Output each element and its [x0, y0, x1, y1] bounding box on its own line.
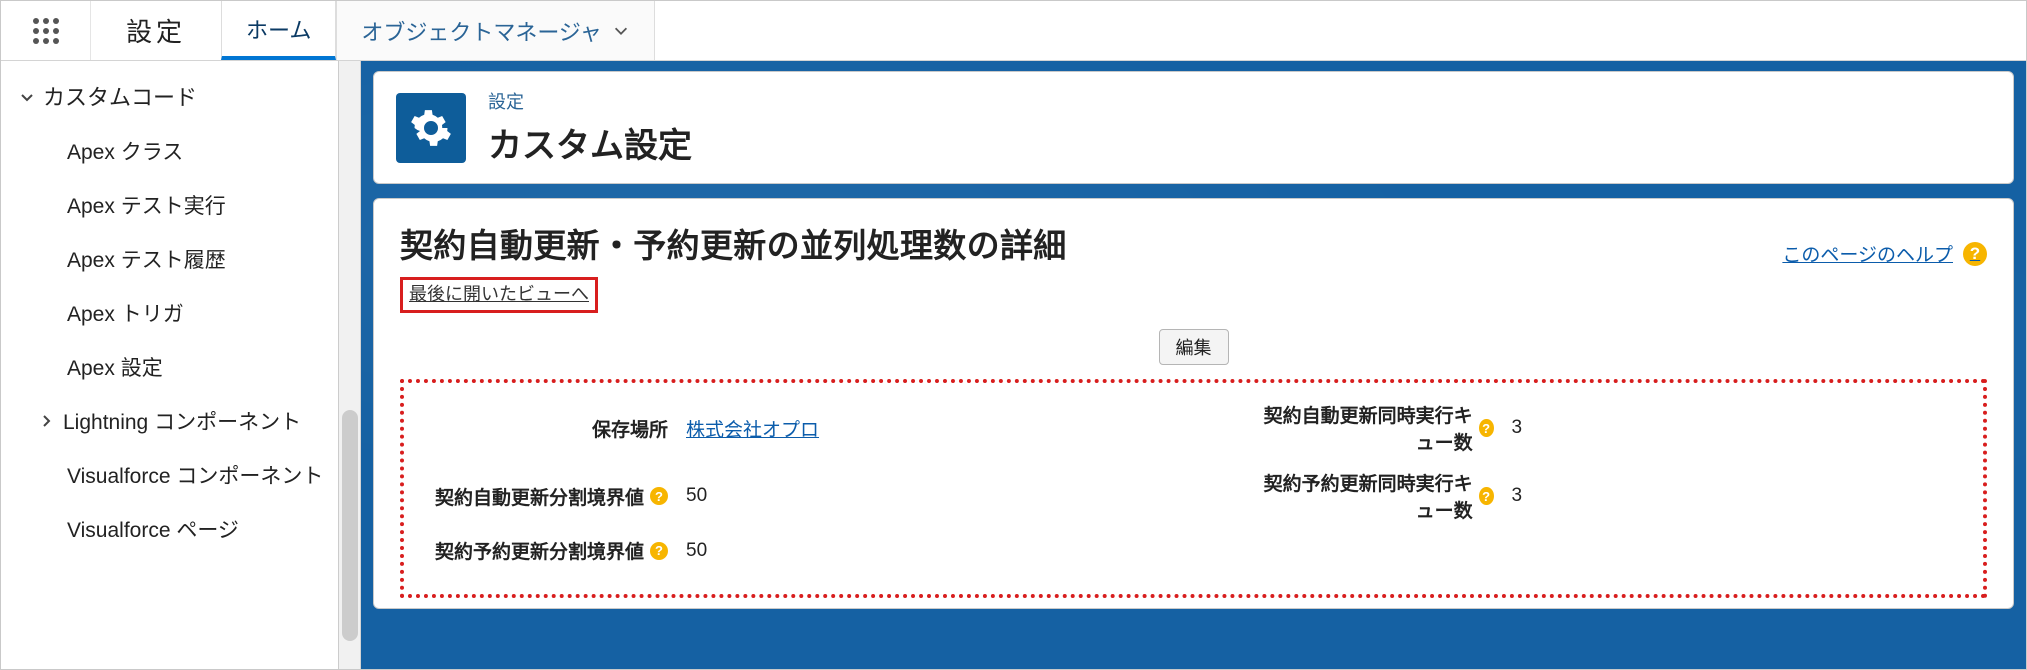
tab-home[interactable]: ホーム [221, 1, 336, 60]
app-launcher-button[interactable] [1, 1, 91, 60]
tab-label: オブジェクトマネージャ [361, 15, 601, 47]
sidebar: カスタムコード Apex クラス Apex テスト実行 Apex テスト履歴 A… [1, 61, 338, 669]
scrollbar[interactable] [338, 61, 360, 669]
nav-tabs: ホーム オブジェクトマネージャ [221, 1, 655, 60]
app-name: 設定 [91, 1, 221, 60]
chevron-down-icon [612, 22, 630, 40]
back-link[interactable]: 最後に開いたビューへ [409, 284, 589, 304]
gear-icon [396, 93, 466, 163]
help-icon[interactable]: ? [650, 487, 668, 505]
sidebar-item-apex-class[interactable]: Apex クラス [67, 124, 330, 178]
back-link-highlight: 最後に開いたビューへ [400, 277, 598, 313]
main: 設定 カスタム設定 契約自動更新・予約更新の並列処理数の詳細 このページのヘルプ… [361, 61, 2026, 669]
edit-button[interactable]: 編集 [1159, 329, 1229, 365]
sidebar-item-vf-components[interactable]: Visualforce コンポーネント [67, 448, 330, 502]
breadcrumb[interactable]: 設定 [488, 88, 692, 114]
content-panel: 契約自動更新・予約更新の並列処理数の詳細 このページのヘルプ ? 最後に開いたビ… [373, 198, 2014, 609]
topbar: 設定 ホーム オブジェクトマネージャ [1, 1, 2026, 61]
detail-row-res-threshold: 契約予約更新分割境界値? 50 [428, 537, 1134, 564]
tab-label: ホーム [246, 13, 311, 45]
scrollbar-thumb[interactable] [342, 410, 358, 641]
sidebar-node-label: カスタムコード [43, 83, 197, 114]
detail-row-auto-queue: 契約自動更新同時実行キュー数? 3 [1254, 401, 1960, 455]
page-header-title: カスタム設定 [488, 118, 692, 167]
chevron-right-icon [39, 413, 55, 429]
tab-object-manager[interactable]: オブジェクトマネージャ [336, 1, 654, 60]
help-link[interactable]: このページのヘルプ ? [1782, 240, 1987, 267]
help-icon[interactable]: ? [1479, 419, 1494, 437]
sidebar-item-vf-page[interactable]: Visualforce ページ [67, 502, 330, 556]
detail-value-location[interactable]: 株式会社オプロ [686, 415, 819, 442]
help-icon[interactable]: ? [1479, 487, 1494, 505]
app-launcher-icon [31, 16, 61, 46]
detail-box: 保存場所 株式会社オプロ 契約自動更新同時実行キュー数? 3 契約自動更新分割境… [400, 379, 1987, 598]
page-header: 設定 カスタム設定 [373, 71, 2014, 184]
detail-row-auto-threshold: 契約自動更新分割境界値? 50 [428, 469, 1134, 523]
help-icon[interactable]: ? [650, 542, 668, 560]
sidebar-item-apex-settings[interactable]: Apex 設定 [67, 340, 330, 394]
detail-row-res-queue: 契約予約更新同時実行キュー数? 3 [1254, 469, 1960, 523]
sidebar-item-lightning-components[interactable]: Lightning コンポーネント [39, 394, 330, 448]
help-icon: ? [1963, 242, 1987, 266]
sidebar-item-apex-trigger[interactable]: Apex トリガ [67, 286, 330, 340]
detail-row-location: 保存場所 株式会社オプロ [428, 401, 1134, 455]
sidebar-item-apex-test-history[interactable]: Apex テスト履歴 [67, 232, 330, 286]
chevron-down-icon [19, 90, 35, 106]
sidebar-item-apex-test-exec[interactable]: Apex テスト実行 [67, 178, 330, 232]
sidebar-node-custom-code[interactable]: カスタムコード [19, 79, 330, 124]
page-title: 契約自動更新・予約更新の並列処理数の詳細 [400, 219, 1067, 267]
